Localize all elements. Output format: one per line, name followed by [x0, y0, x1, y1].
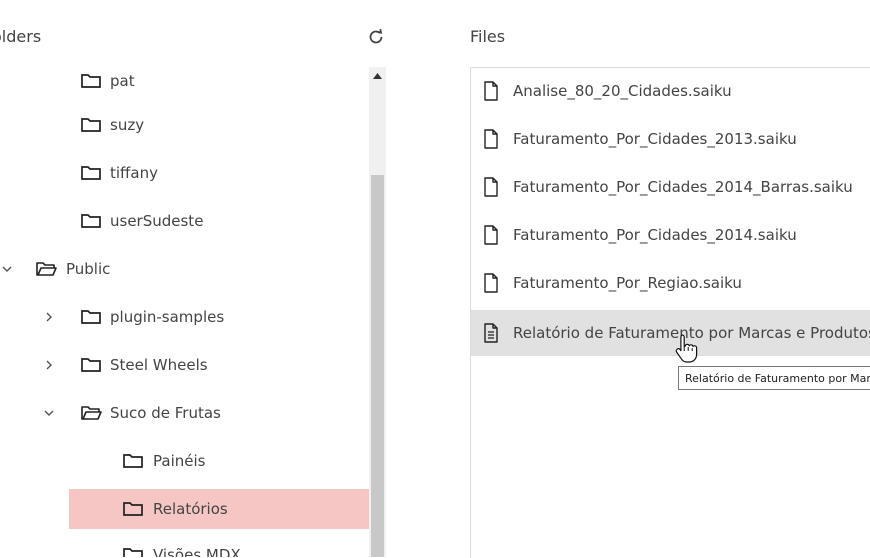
tree-item-steel-wheels[interactable]: Steel Wheels: [0, 345, 369, 385]
refresh-icon[interactable]: [366, 27, 386, 47]
chevron-right-icon[interactable]: [42, 310, 56, 324]
tree-item-label: Painéis: [153, 452, 206, 470]
tooltip-text: Relatório de Faturamento por Marcas e Pr…: [685, 371, 870, 385]
folder-tree-scrollbar[interactable]: [369, 67, 386, 557]
file-name: Faturamento_Por_Regiao.saiku: [513, 274, 742, 292]
folder-icon: [81, 214, 101, 228]
file-icon: [484, 273, 498, 293]
folder-icon: [81, 310, 101, 324]
chevron-down-icon[interactable]: [0, 262, 14, 276]
tree-item-suzy[interactable]: suzy: [0, 105, 369, 145]
scrollbar-thumb[interactable]: [371, 175, 384, 557]
tree-item-pat[interactable]: pat: [0, 67, 369, 101]
tree-item-label: pat: [110, 72, 135, 90]
chevron-down-icon[interactable]: [42, 406, 56, 420]
folder-tree: pat suzy tiffany userSudeste Public plug…: [0, 67, 390, 557]
scroll-up-arrow-icon[interactable]: [369, 67, 386, 84]
tree-item-label: Suco de Frutas: [110, 404, 221, 422]
file-item[interactable]: Faturamento_Por_Cidades_2014.saiku: [471, 212, 870, 258]
folder-icon: [81, 118, 101, 132]
tree-item-label: suzy: [110, 116, 145, 134]
chevron-right-icon[interactable]: [42, 358, 56, 372]
file-name: Faturamento_Por_Cidades_2013.saiku: [513, 130, 797, 148]
file-item[interactable]: Faturamento_Por_Regiao.saiku: [471, 260, 870, 306]
tree-item-usersudeste[interactable]: userSudeste: [0, 201, 369, 241]
file-icon: [484, 177, 498, 197]
file-icon: [484, 225, 498, 245]
file-name: Analise_80_20_Cidades.saiku: [513, 82, 732, 100]
file-item[interactable]: Faturamento_Por_Cidades_2013.saiku: [471, 116, 870, 162]
folder-icon: [123, 454, 143, 468]
file-icon: [484, 81, 498, 101]
folders-header: olders: [0, 0, 405, 72]
tree-item-label: Relatórios: [153, 500, 228, 518]
tree-item-visoes-mdx[interactable]: Visões MDX: [0, 535, 369, 557]
tree-item-relatorios[interactable]: Relatórios: [69, 489, 369, 529]
files-title: Files: [470, 27, 506, 46]
tree-item-suco-de-frutas[interactable]: Suco de Frutas: [0, 393, 369, 433]
folder-icon: [123, 548, 143, 557]
file-icon: [484, 129, 498, 149]
file-item[interactable]: Analise_80_20_Cidades.saiku: [471, 68, 870, 114]
tree-item-label: Public: [66, 260, 111, 278]
folders-title: olders: [0, 27, 42, 46]
file-item-hovered[interactable]: Relatório de Faturamento por Marcas e Pr…: [471, 310, 870, 356]
report-file-icon: [484, 323, 498, 343]
folder-icon: [81, 358, 101, 372]
hand-pointer-cursor-icon: [675, 334, 698, 363]
tree-item-tiffany[interactable]: tiffany: [0, 153, 369, 193]
folder-open-icon: [36, 262, 57, 276]
file-list: Analise_80_20_Cidades.saiku Faturamento_…: [470, 67, 870, 558]
tree-item-label: Steel Wheels: [110, 356, 208, 374]
folder-icon: [81, 166, 101, 180]
tree-item-plugin-samples[interactable]: plugin-samples: [0, 297, 369, 337]
tooltip: Relatório de Faturamento por Marcas e Pr…: [678, 366, 870, 390]
folder-icon: [81, 74, 101, 88]
tree-item-label: tiffany: [110, 164, 158, 182]
file-name: Faturamento_Por_Cidades_2014.saiku: [513, 226, 797, 244]
tree-item-label: plugin-samples: [110, 308, 225, 326]
folder-icon: [123, 502, 143, 516]
folder-open-icon: [81, 406, 102, 420]
tree-item-label: userSudeste: [110, 212, 204, 230]
file-name: Faturamento_Por_Cidades_2014_Barras.saik…: [513, 178, 853, 196]
tree-item-public[interactable]: Public: [0, 249, 369, 289]
file-item[interactable]: Faturamento_Por_Cidades_2014_Barras.saik…: [471, 164, 870, 210]
tree-item-label: Visões MDX: [153, 546, 241, 557]
tree-item-paineis[interactable]: Painéis: [0, 441, 369, 481]
